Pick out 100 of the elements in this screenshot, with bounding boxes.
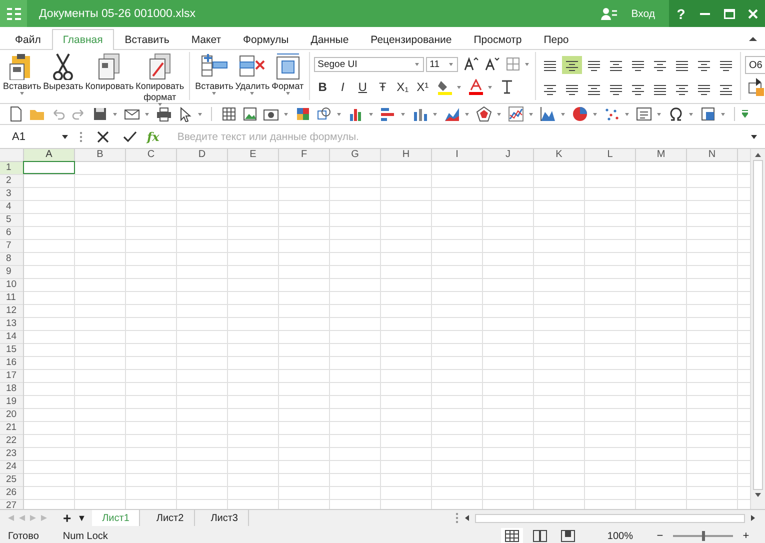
ribbon-button[interactable]: Формат xyxy=(270,52,305,95)
drag-handle-icon[interactable] xyxy=(80,132,83,142)
column-header[interactable]: M xyxy=(636,149,687,161)
ribbon-button[interactable]: Копировать формат xyxy=(134,52,186,106)
area-chart-icon[interactable] xyxy=(444,106,460,122)
column-header[interactable]: J xyxy=(483,149,534,161)
pivot-table-icon[interactable] xyxy=(700,106,716,122)
ribbon-button[interactable]: Вставить xyxy=(194,52,234,95)
subscript-button[interactable]: X₁ xyxy=(394,78,412,96)
row-header[interactable]: 1 xyxy=(0,162,23,175)
printer-icon[interactable] xyxy=(156,106,172,122)
active-cell[interactable] xyxy=(23,161,75,174)
bar-chart-icon[interactable] xyxy=(380,106,396,122)
scroll-right-icon[interactable] xyxy=(751,515,755,521)
horizontal-scrollbar[interactable] xyxy=(475,514,745,522)
ribbon-tab[interactable]: Главная xyxy=(52,29,114,50)
row-header[interactable]: 24 xyxy=(0,461,23,474)
scroll-up-icon[interactable] xyxy=(755,153,761,157)
row-header[interactable]: 11 xyxy=(0,292,23,305)
cell-grid[interactable] xyxy=(24,162,750,509)
line-chart-icon[interactable] xyxy=(508,106,524,122)
column-header[interactable]: G xyxy=(330,149,381,161)
ribbon-tab[interactable]: Файл xyxy=(4,29,52,50)
zoom-out-button[interactable]: − xyxy=(655,530,665,542)
row-header[interactable]: 19 xyxy=(0,396,23,409)
row-header[interactable]: 7 xyxy=(0,240,23,253)
picture-icon[interactable] xyxy=(242,106,258,122)
ribbon-tab[interactable]: Перо xyxy=(532,29,580,50)
add-sheet-button[interactable]: + xyxy=(63,511,72,525)
row-header[interactable]: 8 xyxy=(0,253,23,266)
row-header[interactable]: 18 xyxy=(0,383,23,396)
user-icon[interactable] xyxy=(601,6,618,20)
borders-icon[interactable] xyxy=(504,56,521,72)
ribbon-button[interactable]: Удалить xyxy=(234,52,271,95)
row-header[interactable]: 10 xyxy=(0,279,23,292)
zoom-slider-thumb[interactable] xyxy=(702,531,704,541)
row-header[interactable]: 15 xyxy=(0,344,23,357)
ribbon-tab[interactable]: Формулы xyxy=(232,29,300,50)
grow-font-icon[interactable] xyxy=(462,56,479,72)
cell-style-icon[interactable] xyxy=(748,82,764,96)
ribbon-button[interactable]: Вырезать xyxy=(42,52,84,106)
zoom-in-button[interactable]: + xyxy=(741,530,751,542)
collapse-ribbon-icon[interactable] xyxy=(749,36,757,42)
sheet-list-button[interactable]: ▼ xyxy=(77,513,86,523)
ribbon-tab[interactable]: Рецензирование xyxy=(360,29,463,50)
row-header[interactable]: 16 xyxy=(0,357,23,370)
row-header[interactable]: 25 xyxy=(0,474,23,487)
superscript-button[interactable]: X¹ xyxy=(414,78,432,96)
underline-button[interactable]: U xyxy=(354,78,372,96)
row-header[interactable]: 22 xyxy=(0,435,23,448)
row-header[interactable]: 14 xyxy=(0,331,23,344)
font-size-dropdown[interactable]: 11 xyxy=(426,56,458,72)
stacked-column-icon[interactable] xyxy=(412,106,428,122)
drag-handle-icon[interactable] xyxy=(456,513,459,523)
sheet-tab[interactable]: Лист1 xyxy=(92,510,140,526)
column-header[interactable]: K xyxy=(534,149,585,161)
shrink-font-icon[interactable] xyxy=(484,56,500,72)
scroll-thumb[interactable] xyxy=(753,160,763,490)
ribbon-button[interactable]: Вставить xyxy=(2,52,42,106)
text-box-icon[interactable] xyxy=(636,106,652,122)
row-header[interactable]: 20 xyxy=(0,409,23,422)
row-header[interactable]: 2 xyxy=(0,175,23,188)
ribbon-button[interactable]: Копировать xyxy=(84,52,135,106)
ribbon-tab[interactable]: Данные xyxy=(300,29,360,50)
scatter-chart-icon[interactable] xyxy=(604,106,620,122)
italic-button[interactable]: I xyxy=(334,78,352,96)
bold-button[interactable]: B xyxy=(314,78,332,96)
column-header[interactable]: D xyxy=(177,149,228,161)
shapes-icon[interactable] xyxy=(316,106,332,122)
grid-icon[interactable] xyxy=(295,106,311,122)
column-header[interactable]: A xyxy=(24,149,75,161)
expand-caret-icon[interactable] xyxy=(751,134,757,138)
scroll-right-icon[interactable] xyxy=(756,78,761,86)
new-document-icon[interactable] xyxy=(8,106,24,122)
number-format-field[interactable]: O6 xyxy=(744,56,765,74)
mountain-chart-icon[interactable] xyxy=(540,106,556,122)
column-header[interactable]: E xyxy=(228,149,279,161)
column-header[interactable]: L xyxy=(585,149,636,161)
table-icon[interactable] xyxy=(221,106,237,122)
row-header[interactable]: 5 xyxy=(0,214,23,227)
cancel-icon[interactable] xyxy=(97,130,109,142)
ribbon-tab[interactable]: Вставить xyxy=(114,29,180,50)
column-header[interactable]: C xyxy=(126,149,177,161)
row-header[interactable]: 26 xyxy=(0,487,23,500)
fill-color-icon[interactable] xyxy=(436,79,453,95)
check-icon[interactable] xyxy=(123,130,137,142)
save-icon[interactable] xyxy=(92,106,108,122)
customize-icon[interactable] xyxy=(742,110,748,118)
column-header[interactable]: N xyxy=(687,149,738,161)
row-header[interactable]: 3 xyxy=(0,188,23,201)
scroll-down-icon[interactable] xyxy=(755,493,761,497)
row-header[interactable]: 13 xyxy=(0,318,23,331)
name-box[interactable]: A1 xyxy=(12,130,70,142)
row-header[interactable]: 12 xyxy=(0,305,23,318)
column-header[interactable]: I xyxy=(432,149,483,161)
row-header[interactable]: 17 xyxy=(0,370,23,383)
omega-icon[interactable] xyxy=(668,106,684,122)
row-header[interactable]: 6 xyxy=(0,227,23,240)
column-chart-icon[interactable] xyxy=(348,106,364,122)
ribbon-tab[interactable]: Просмотр xyxy=(462,29,533,50)
